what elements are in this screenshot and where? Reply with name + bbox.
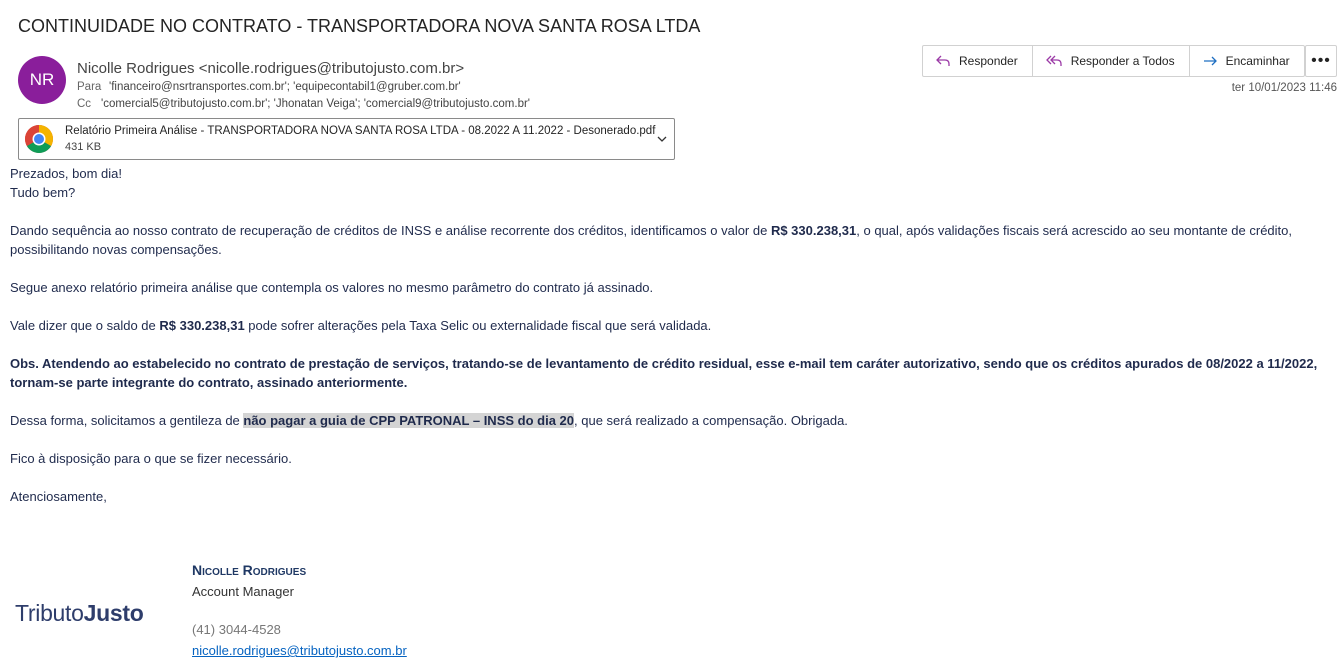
attachment-card[interactable]: Relatório Primeira Análise - TRANSPORTAD… <box>18 118 675 160</box>
cc-list[interactable]: 'comercial5@tributojusto.com.br'; 'Jhona… <box>101 98 530 110</box>
amount-text: R$ 330.238,31 <box>159 318 245 333</box>
logo-text-part2: Justo <box>83 600 144 626</box>
paragraph-balance: Vale dizer que o saldo de R$ 330.238,31 … <box>10 316 1335 335</box>
paragraph-text: Dando sequência ao nosso contrato de rec… <box>10 223 771 238</box>
reply-all-button[interactable]: Responder a Todos <box>1031 46 1189 76</box>
reply-icon <box>935 54 951 68</box>
reply-all-icon <box>1045 54 1063 68</box>
obs-text: Obs. Atendendo ao estabelecido no contra… <box>10 356 1318 390</box>
forward-label: Encaminhar <box>1225 54 1290 68</box>
paragraph-attachment-note: Segue anexo relatório primeira análise q… <box>10 280 654 295</box>
chrome-icon <box>24 124 54 154</box>
forward-button[interactable]: Encaminhar <box>1188 46 1304 76</box>
to-label: Para <box>77 81 102 93</box>
closing: Atenciosamente, <box>10 489 107 504</box>
greeting-line-2: Tudo bem? <box>10 185 76 200</box>
amount-text: R$ 330.238,31 <box>770 223 857 238</box>
signature-phone: (41) 3044-4528 <box>192 622 281 637</box>
to-recipients[interactable]: Para 'financeiro@nsrtransportes.com.br'; … <box>77 81 461 93</box>
paragraph-text: Vale dizer que o saldo de <box>10 318 160 333</box>
sent-date: ter 10/01/2023 11:46 <box>1231 82 1337 94</box>
reply-button[interactable]: Responder <box>923 46 1032 76</box>
company-logo: TributoJusto <box>15 600 144 627</box>
reply-label: Responder <box>959 54 1018 68</box>
logo-text-part1: Tributo <box>15 600 84 626</box>
sender-name[interactable]: Nicolle Rodrigues <nicolle.rodrigues@tri… <box>77 60 464 77</box>
email-subject: CONTINUIDADE NO CONTRATO - TRANSPORTADOR… <box>18 16 701 36</box>
email-body: Prezados, bom dia! Tudo bem? Dando sequê… <box>10 164 1335 525</box>
paragraph-text: , que será realizado a compensação. Obri… <box>574 413 848 428</box>
reply-all-label: Responder a Todos <box>1070 54 1175 68</box>
message-actions: Responder Responder a Todos Encaminhar <box>922 45 1305 77</box>
signature-name: Nicolle Rodrigues <box>192 562 307 578</box>
signature-title: Account Manager <box>192 584 294 599</box>
paragraph-value: Dando sequência ao nosso contrato de rec… <box>10 221 1335 259</box>
attachment-size: 431 KB <box>65 141 102 153</box>
chevron-down-icon[interactable] <box>656 132 668 150</box>
paragraph-availability: Fico à disposição para o que se fizer ne… <box>10 451 292 466</box>
forward-icon <box>1202 54 1218 68</box>
paragraph-text: Dessa forma, solicitamos a gentileza de <box>10 413 244 428</box>
paragraph-text: pode sofrer alterações pela Taxa Selic o… <box>244 318 712 333</box>
greeting: Prezados, bom dia! Tudo bem? <box>10 164 1335 202</box>
signature-email-link[interactable]: nicolle.rodrigues@tributojusto.com.br <box>192 643 407 658</box>
paragraph-request: Dessa forma, solicitamos a gentileza de … <box>10 411 1335 430</box>
greeting-line-1: Prezados, bom dia! <box>10 166 123 181</box>
highlighted-text: não pagar a guia de CPP PATRONAL – INSS … <box>243 413 575 428</box>
attachment-name: Relatório Primeira Análise - TRANSPORTAD… <box>65 125 656 137</box>
more-options-button[interactable]: ••• <box>1305 45 1337 77</box>
paragraph-obs: Obs. Atendendo ao estabelecido no contra… <box>10 354 1335 392</box>
to-list[interactable]: 'financeiro@nsrtransportes.com.br'; 'equ… <box>109 81 461 93</box>
cc-recipients[interactable]: Cc 'comercial5@tributojusto.com.br'; 'Jho… <box>77 98 530 110</box>
sender-avatar[interactable]: NR <box>18 56 66 104</box>
cc-label: Cc <box>77 98 92 110</box>
